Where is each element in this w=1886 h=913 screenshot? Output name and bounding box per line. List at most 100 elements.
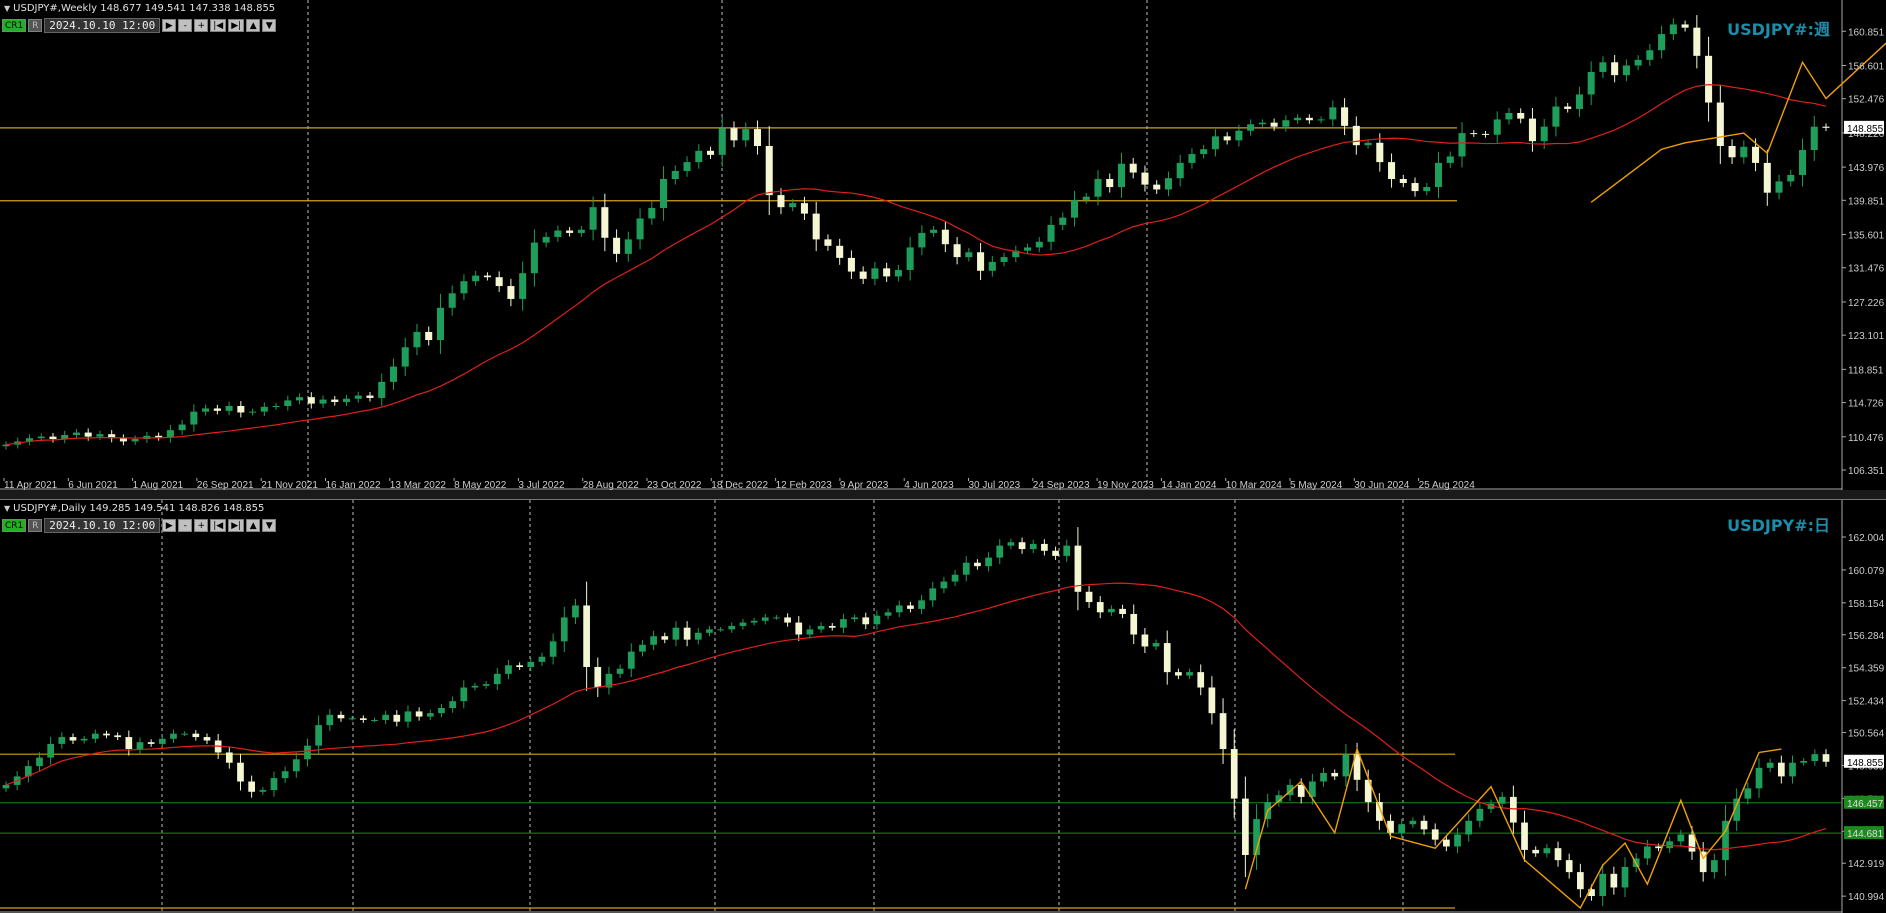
candle [616,668,624,674]
candle [1211,136,1219,150]
candle [354,395,362,399]
price-tick-label: 158.154 [1848,599,1885,610]
candle [147,742,155,744]
candle [1200,149,1208,155]
down-button[interactable]: ▼ [262,518,277,532]
price-tick-label: 152.476 [1848,95,1885,106]
minus-button[interactable]: - [178,18,193,32]
down-button[interactable]: ▼ [262,18,277,32]
candle [1431,829,1439,840]
candle [1505,112,1513,120]
current-price-label: 148.855 [1847,124,1884,135]
plus-button[interactable]: + [194,18,209,32]
candle [648,207,656,219]
up-button[interactable]: ▲ [246,18,261,32]
candle [1163,643,1171,673]
candle [519,273,527,299]
candle [577,229,585,233]
candle [1710,860,1718,873]
candle [1399,179,1407,184]
candle [2,784,10,789]
collapse-icon[interactable]: ▼ [4,4,10,13]
candle [583,605,590,667]
candle [393,714,401,722]
time-tick-label: 18 Dec 2022 [711,480,768,490]
candle [918,600,925,609]
candle [158,738,166,744]
first-button[interactable]: |◀ [210,18,227,32]
candle [58,737,66,744]
candle [131,439,139,442]
candle [249,411,257,413]
weekly-toolbar: CR1 R 2024.10.10 12:00 ▶ - + |◀ ▶| ▲ ▼ [2,17,277,33]
current-price-label: 148.855 [1847,758,1884,769]
price-tick-label: 114.726 [1848,399,1884,410]
candle [1755,767,1763,789]
r-button[interactable]: R [28,518,43,532]
candle [1510,796,1517,823]
plus-button[interactable]: + [194,518,209,532]
first-button[interactable]: |◀ [210,518,227,532]
candle [1175,672,1182,676]
candle [1543,848,1551,854]
candle [694,632,702,640]
candle [342,398,351,402]
candle [1716,102,1724,146]
candle [836,245,844,258]
candle [91,733,99,739]
candle [1186,672,1193,676]
minus-button[interactable]: - [178,518,193,532]
time-tick-label: 3 Jul 2022 [518,480,565,490]
daily-chart-pane[interactable]: 162.004 160.079 158.154 156.284 154.359 152.4… [0,499,1886,913]
last-button[interactable]: ▶| [228,518,245,532]
candle [873,615,881,625]
candle [1029,543,1037,550]
candle [516,665,523,667]
cr1-button[interactable]: CR1 [2,518,27,532]
candle [495,277,503,287]
candle [871,268,879,279]
candle [460,281,468,294]
candle [389,366,398,382]
candle [190,411,198,425]
candle [1766,762,1774,768]
weekly-symbol-label: USDJPY#:週 [1727,20,1830,39]
candle [348,718,356,720]
date-field[interactable]: 2024.10.10 12:00 [44,517,161,533]
candle [401,347,409,367]
candle [426,713,434,717]
play-button[interactable]: ▶ [162,518,177,532]
candle [1409,820,1417,825]
last-button[interactable]: ▶| [228,18,245,32]
collapse-icon[interactable]: ▼ [4,504,10,513]
candle [1117,163,1126,188]
time-tick-label: 5 May 2024 [1290,480,1343,490]
candle [483,275,491,278]
candle [307,397,315,404]
daily-symbol-label: USDJPY#:日 [1727,516,1830,535]
candle [1164,178,1172,190]
candle [1208,687,1216,714]
play-button[interactable]: ▶ [162,18,177,32]
candle [895,605,903,613]
candle [260,406,268,412]
pane-divider[interactable] [0,490,1886,499]
r-button[interactable]: R [28,18,43,32]
candle [1342,754,1350,777]
candle [1621,866,1629,888]
date-field[interactable]: 2024.10.10 12:00 [44,17,161,33]
candle [1223,136,1231,141]
candle [1152,643,1160,647]
candle [96,434,104,437]
weekly-chart-canvas[interactable]: 160.851156.601152.476148.226143.976139.8… [0,0,1886,490]
weekly-chart-pane[interactable]: 160.851 156.601 152.476 148.226 143.976 139.8… [0,0,1886,491]
up-button[interactable]: ▲ [246,518,261,532]
price-tick-label: 156.284 [1848,631,1885,642]
candle [862,617,870,625]
candle [1130,614,1138,635]
time-tick-label: 19 Nov 2023 [1097,480,1154,490]
candle [460,687,468,702]
time-tick-label: 25 Aug 2024 [1419,480,1476,490]
cr1-button[interactable]: CR1 [2,18,27,32]
daily-chart-canvas[interactable]: 162.004 160.079 158.154 156.284 154.359 152.4… [0,500,1886,913]
